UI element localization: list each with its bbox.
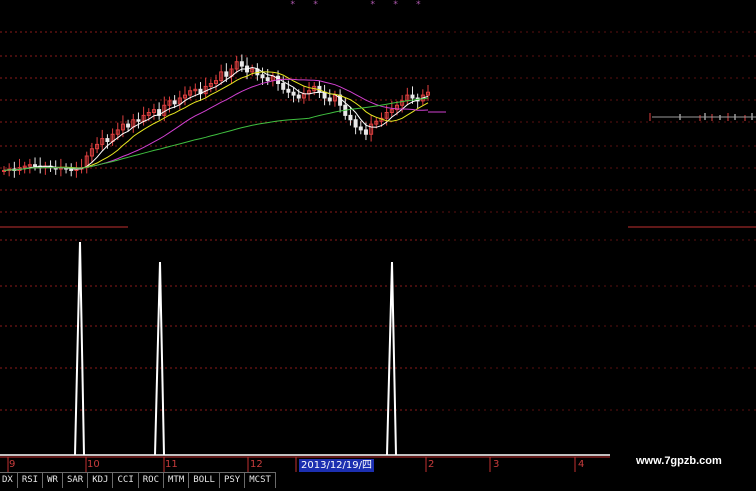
top-markers-left: * * — [290, 0, 325, 10]
signal-spike — [154, 261, 165, 456]
candle-body — [322, 91, 327, 99]
candle-body — [286, 88, 291, 93]
candle-body — [296, 94, 301, 99]
candle-body — [265, 77, 270, 82]
top-markers-right: * * * — [370, 0, 428, 10]
candle-body — [410, 94, 415, 99]
date-cursor-label: 2013/12/19/四 — [299, 459, 375, 472]
signal-spike — [74, 241, 85, 456]
candle-body — [363, 129, 368, 135]
watermark: www.7gpzb.com — [636, 455, 722, 467]
candle-body — [126, 123, 131, 128]
tab-boll[interactable]: BOLL — [189, 472, 220, 488]
date-label-4: 4 — [578, 459, 585, 470]
tab-psy[interactable]: PSY — [219, 472, 246, 488]
candle-body — [224, 71, 229, 77]
candle-body — [348, 114, 353, 121]
tab-dx[interactable]: DX — [0, 472, 18, 488]
candle-body — [260, 74, 265, 79]
date-label-3: 3 — [493, 459, 500, 470]
stock-chart — [0, 31, 756, 472]
candle-body — [291, 91, 296, 96]
candle-body — [353, 119, 358, 128]
date-label-12: 12 — [250, 459, 263, 470]
date-label-9: 9 — [9, 459, 16, 470]
date-label-10: 10 — [87, 459, 100, 470]
date-label-2: 2 — [428, 459, 435, 470]
tab-rsi[interactable]: RSI — [17, 472, 44, 488]
signal-spike — [386, 261, 397, 456]
indicator-tab-bar: DX RSI WR SAR KDJ CCI ROC MTM BOLL PSY M… — [0, 472, 276, 488]
candle-body — [172, 100, 177, 105]
date-label-11: 11 — [165, 459, 178, 470]
tab-mcst[interactable]: MCST — [245, 472, 276, 488]
candle-body — [239, 61, 244, 67]
tab-wr[interactable]: WR — [43, 472, 63, 488]
candle-body — [281, 83, 286, 90]
candle-body — [136, 119, 141, 122]
candle-body — [327, 97, 332, 102]
candle-body — [105, 138, 110, 143]
candle-body — [358, 126, 363, 131]
tab-sar[interactable]: SAR — [62, 472, 89, 488]
tab-cci[interactable]: CCI — [113, 472, 139, 488]
tab-mtm[interactable]: MTM — [164, 472, 190, 488]
tab-kdj[interactable]: KDJ — [88, 472, 114, 488]
ma20-line — [3, 78, 429, 171]
chart-stage — [0, 0, 756, 487]
candle-body — [338, 94, 343, 106]
tab-roc[interactable]: ROC — [138, 472, 165, 488]
candle-body — [33, 164, 38, 167]
